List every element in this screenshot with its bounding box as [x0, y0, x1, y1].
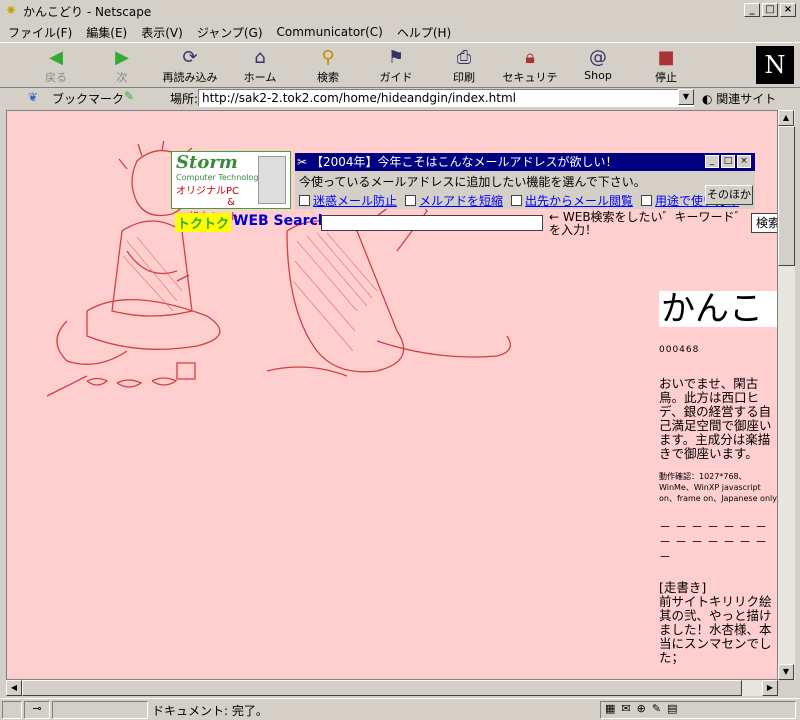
netscape-window: ✷ かんこどり - Netscape _ □ × ファイル(F) 編集(E) 表… — [0, 0, 800, 720]
netscape-logo[interactable]: N — [756, 46, 794, 84]
menu-go[interactable]: ジャンプ(G) — [197, 24, 263, 41]
mail-icon[interactable]: ✉ — [621, 702, 636, 715]
storm-ad-banner[interactable]: Storm Computer Technology オリジナルPC & PC組立… — [171, 151, 291, 223]
notes-heading: [走書き] — [659, 580, 707, 595]
composer-icon[interactable]: ✎ — [652, 702, 667, 715]
page-content: Storm Computer Technology オリジナルPC & PC組立… — [6, 110, 778, 680]
shop-button[interactable]: @ Shop — [568, 47, 628, 87]
scroll-up-icon[interactable]: ▲ — [778, 110, 794, 126]
mail-ad-titlebar: ✂ 【2004年】今年こそはこんなメールアドレスが欲しい！ _ □ × — [295, 153, 755, 171]
environment-note: 動作確認：1027*768、WinMe、WinXP javascript on、… — [659, 472, 777, 503]
forward-arrow-icon: ▶ — [115, 47, 129, 68]
bookmarks-icon: ❦ — [28, 90, 39, 104]
menu-edit[interactable]: 編集(E) — [86, 24, 127, 41]
web-search-button[interactable]: 検索 — [751, 213, 777, 233]
mail-ad-minimize-icon: _ — [705, 155, 719, 168]
web-search-bar: トクトク WEB Search ← WEB検索をしたい゛キーワード゛を入力！ 検… — [171, 210, 777, 237]
horizontal-scroll-thumb[interactable] — [22, 680, 742, 696]
right-sidebar: かんこ 000468 おいでませ、閑古鳥。此方は西口ヒデ、銀の経営する自己満足空… — [659, 291, 777, 665]
back-arrow-icon: ◀ — [49, 47, 63, 68]
related-sites-button[interactable]: ◐ 関連サイト — [702, 90, 776, 107]
stop-icon: ■ — [657, 47, 675, 68]
url-dropdown-icon[interactable]: ▼ — [678, 89, 694, 105]
window-title: かんこどり - Netscape — [23, 4, 152, 19]
minimize-button[interactable]: _ — [744, 3, 760, 17]
component-bar: ▦✉⊕✎▤ — [600, 701, 796, 719]
status-lock-icon[interactable] — [2, 701, 22, 719]
status-text: ドキュメント: 完了。 — [152, 704, 268, 718]
mail-ad-options: 迷惑メール防止 メルアドを短縮 出先からメール閲覧 用途で使い分け — [295, 192, 755, 209]
shop-icon: @ — [589, 47, 607, 68]
menu-help[interactable]: ヘルプ(H) — [397, 24, 451, 41]
navigator-icon[interactable]: ▦ — [605, 702, 621, 715]
menu-view[interactable]: 表示(V) — [141, 24, 183, 41]
url-input[interactable]: http://sak2-2.tok2.com/home/hideandgin/i… — [198, 89, 694, 107]
connection-icon: ⊸ — [24, 701, 50, 719]
title-bar: ✷ かんこどり - Netscape _ □ × — [0, 0, 800, 22]
close-button[interactable]: × — [780, 3, 796, 17]
scroll-down-icon[interactable]: ▼ — [778, 664, 794, 680]
location-bar: ❦ ブックマーク ✎ 場所: http://sak2-2.tok2.com/ho… — [0, 88, 800, 108]
netscape-icon: ✷ — [5, 3, 17, 19]
mail-ad-close-icon: × — [737, 155, 751, 168]
mail-ad-icon: ✂ — [297, 155, 308, 169]
web-search-logo: WEB Search — [233, 213, 328, 229]
back-button[interactable]: ◀ 戻る — [26, 47, 86, 87]
intro-text: おいでませ、閑古鳥。此方は西口ヒデ、銀の経営する自己満足空間で御座います。主成分… — [659, 376, 772, 461]
home-button[interactable]: ⌂ ホーム — [230, 47, 290, 87]
mail-ad-title: 【2004年】今年こそはこんなメールアドレスが欲しい！ — [311, 155, 618, 169]
notes-text: 前サイトキリリク絵其の弐、やっと描けました！水杏様、本当にスンマセンでした； — [659, 594, 772, 665]
divider-line: －－－－－－－－－－－－－－－ — [659, 520, 772, 564]
guide-button[interactable]: ⚑ ガイド — [366, 47, 426, 87]
maximize-button[interactable]: □ — [762, 3, 778, 17]
printer-icon: ⎙ — [456, 47, 472, 68]
pc-tower-image — [258, 156, 286, 204]
page-proxy-icon[interactable]: ✎ — [124, 89, 134, 103]
home-icon: ⌂ — [254, 47, 266, 68]
reload-button[interactable]: ⟳ 再読み込み — [160, 47, 220, 87]
option-checkbox[interactable] — [405, 195, 417, 206]
option-remote-link[interactable]: 出先からメール閲覧 — [525, 192, 633, 209]
search-icon: ⚲ — [321, 47, 335, 68]
status-bar: ⊸ ドキュメント: 完了。 ▦✉⊕✎▤ — [0, 698, 800, 720]
menu-communicator[interactable]: Communicator(C) — [277, 25, 383, 39]
search-button[interactable]: ⚲ 検索 — [298, 47, 358, 87]
security-button[interactable]: 🔒︎ セキュリティ — [500, 47, 560, 100]
guide-icon: ⚑ — [387, 47, 405, 68]
addressbook-icon[interactable]: ▤ — [667, 702, 683, 715]
mail-ad-maximize-icon: □ — [721, 155, 735, 168]
other-button[interactable]: そのほか — [705, 185, 753, 205]
option-spam-link[interactable]: 迷惑メール防止 — [313, 192, 397, 209]
tokutoku-logo: トクトク — [175, 213, 232, 232]
menu-file[interactable]: ファイル(F) — [8, 24, 72, 41]
option-checkbox[interactable] — [641, 195, 653, 206]
related-icon: ◐ — [702, 92, 717, 106]
scroll-left-icon[interactable]: ◀ — [6, 680, 22, 696]
stop-button[interactable]: ■ 停止 — [636, 47, 696, 87]
search-prompt: ← WEB検索をしたい゛キーワード゛を入力！ — [549, 210, 747, 237]
forward-button[interactable]: ▶ 次 — [92, 47, 152, 87]
option-checkbox[interactable] — [299, 195, 310, 206]
reload-icon: ⟳ — [182, 47, 198, 68]
lock-icon: 🔒︎ — [525, 47, 535, 68]
web-search-input[interactable] — [321, 215, 543, 231]
mail-ad-question: 今使っているメールアドレスに追加したい機能を選んで下さい。 — [299, 175, 646, 189]
print-button[interactable]: ⎙ 印刷 — [434, 47, 494, 87]
option-checkbox[interactable] — [511, 195, 523, 206]
scroll-right-icon[interactable]: ▶ — [762, 680, 778, 696]
vertical-scroll-thumb[interactable] — [778, 126, 795, 266]
site-title: かんこ — [659, 291, 777, 327]
progress-bar — [52, 701, 148, 719]
access-counter: 000468 — [659, 345, 700, 355]
option-shorten-link[interactable]: メルアドを短縮 — [419, 192, 503, 209]
bookmarks-button[interactable]: ブックマーク — [52, 90, 124, 107]
menu-bar: ファイル(F) 編集(E) 表示(V) ジャンプ(G) Communicator… — [0, 22, 800, 42]
navigation-toolbar: ◀ 戻る ▶ 次 ⟳ 再読み込み ⌂ ホーム ⚲ 検索 ⚑ ガイド ⎙ 印刷 🔒… — [0, 42, 800, 100]
mail-survey-ad: ✂ 【2004年】今年こそはこんなメールアドレスが欲しい！ _ □ × 今使って… — [295, 153, 755, 209]
newsgroup-icon[interactable]: ⊕ — [637, 702, 652, 715]
location-label: 場所: — [170, 92, 199, 106]
horizontal-scrollbar[interactable]: ◀ ▶ — [6, 680, 778, 696]
vertical-scrollbar[interactable]: ▲ ▼ — [778, 110, 795, 680]
